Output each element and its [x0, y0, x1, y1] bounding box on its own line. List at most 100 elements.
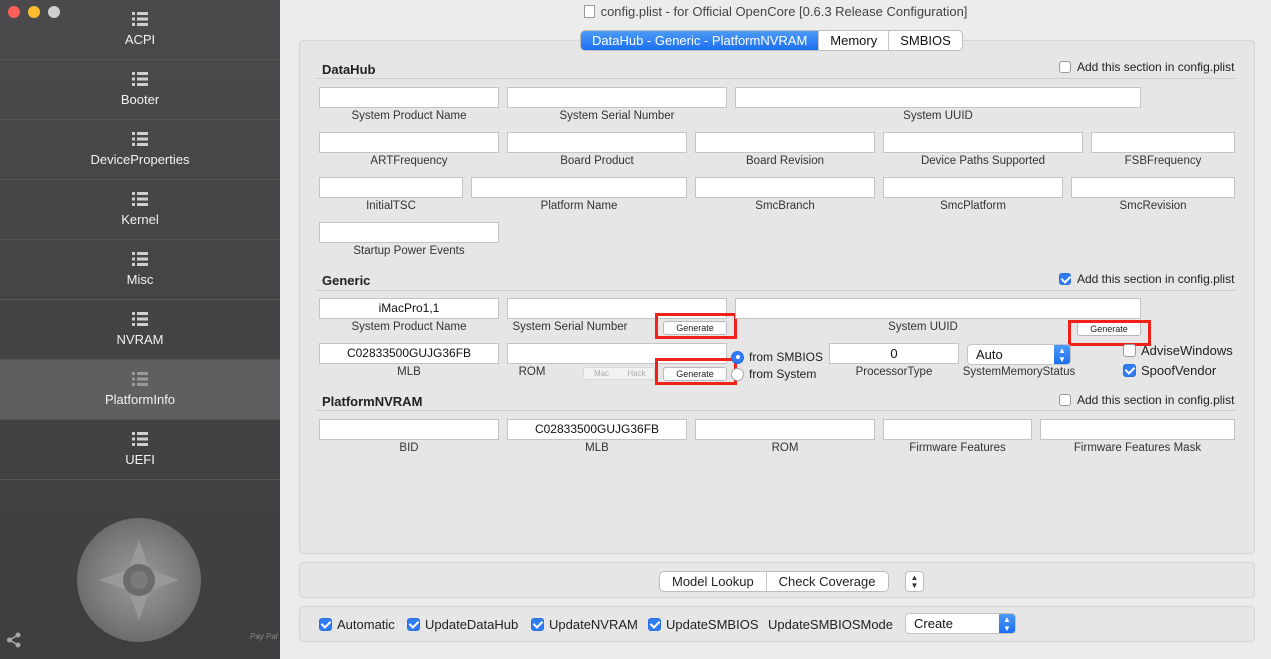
field-label: System UUID — [888, 321, 958, 333]
advise-windows-checkbox[interactable]: AdviseWindows — [1123, 343, 1233, 358]
sidebar-item-platforminfo[interactable]: PlatformInfo — [0, 360, 280, 420]
field-label: System Product Name — [351, 321, 467, 333]
tab-memory[interactable]: Memory — [819, 31, 890, 50]
datahub-startup-power-events-input[interactable] — [319, 222, 499, 243]
checkbox[interactable] — [648, 618, 661, 631]
field-label: Firmware Features Mask — [1073, 442, 1202, 454]
sidebar-item-label: DeviceProperties — [90, 152, 190, 167]
paypal-logo[interactable]: Pay Pal — [250, 632, 278, 641]
sidebar-item-label: UEFI — [125, 452, 155, 467]
sidebar-item-label: Booter — [120, 92, 160, 107]
field-label: Startup Power Events — [353, 245, 465, 257]
platformnvram-add-section-checkbox[interactable]: Add this section in config.plist — [1059, 393, 1234, 407]
checkbox-label: UpdateDataHub — [425, 617, 519, 632]
checkbox[interactable] — [1123, 344, 1136, 357]
datahub-system-product-name-input[interactable] — [319, 87, 499, 108]
field-label: System Serial Number — [559, 110, 675, 122]
segment-mac[interactable]: Mac — [584, 368, 619, 379]
checkbox[interactable] — [1059, 273, 1071, 285]
sidebar-item-nvram[interactable]: NVRAM — [0, 300, 280, 360]
update-smbios-mode-select[interactable]: Create ▲ ▼ — [905, 613, 1016, 634]
system-memory-status-select[interactable]: Auto ▲ ▼ — [967, 344, 1071, 365]
nvram-firmware-features-mask-input[interactable] — [1040, 419, 1235, 440]
highlight-box — [655, 358, 737, 385]
radio-button[interactable] — [731, 367, 744, 381]
field-label: System Product Name — [351, 110, 467, 122]
generic-system-uuid-input[interactable] — [735, 298, 1141, 319]
model-lookup-button[interactable]: Model Lookup — [660, 572, 767, 591]
chevron-up-down-icon[interactable]: ▲ ▼ — [905, 571, 924, 592]
datahub-smcplatform-input[interactable] — [883, 177, 1063, 198]
radio-button[interactable] — [731, 350, 744, 364]
datahub-smcrevision-input[interactable] — [1071, 177, 1235, 198]
list-icon — [132, 72, 148, 86]
checkbox-label: AdviseWindows — [1141, 343, 1233, 358]
field-label: SmcBranch — [755, 200, 815, 212]
radio-label: from System — [749, 367, 817, 381]
from-smbios-radio[interactable]: from SMBIOS — [731, 350, 823, 364]
sidebar-item-label: NVRAM — [116, 332, 164, 347]
check-coverage-button[interactable]: Check Coverage — [767, 572, 888, 591]
datahub-initialtsc-input[interactable] — [319, 177, 463, 198]
field-label: SmcRevision — [1119, 200, 1187, 212]
spoof-vendor-checkbox[interactable]: SpoofVendor — [1123, 363, 1216, 378]
checkbox[interactable] — [1059, 61, 1071, 73]
sidebar-item-deviceproperties[interactable]: DeviceProperties — [0, 120, 280, 180]
datahub-add-section-checkbox[interactable]: Add this section in config.plist — [1059, 60, 1234, 74]
field-label: SystemMemoryStatus — [962, 366, 1076, 378]
field-label: Board Revision — [746, 155, 824, 167]
lookup-button-group: Model Lookup Check Coverage — [659, 571, 889, 592]
datahub-section-title: DataHub — [322, 62, 376, 77]
sidebar: ACPI Booter DeviceProperties Kernel Misc… — [0, 0, 280, 659]
sidebar-item-acpi[interactable]: ACPI — [0, 0, 280, 60]
sidebar-item-booter[interactable]: Booter — [0, 60, 280, 120]
automatic-checkbox[interactable]: Automatic — [319, 617, 395, 632]
generic-system-product-name-input[interactable]: iMacPro1,1 — [319, 298, 499, 319]
update-nvram-checkbox[interactable]: UpdateNVRAM — [531, 617, 638, 632]
highlight-box — [655, 313, 737, 339]
datahub-fsbfrequency-input[interactable] — [1091, 132, 1235, 153]
nvram-firmware-features-input[interactable] — [883, 419, 1032, 440]
checkbox-label: Add this section in config.plist — [1077, 393, 1235, 407]
tab-smbios[interactable]: SMBIOS — [889, 31, 962, 50]
field-label: ProcessorType — [855, 366, 933, 378]
field-label: System UUID — [903, 110, 973, 122]
update-smbios-checkbox[interactable]: UpdateSMBIOS — [648, 617, 759, 632]
sidebar-item-misc[interactable]: Misc — [0, 240, 280, 300]
datahub-system-serial-number-input[interactable] — [507, 87, 727, 108]
datahub-artfrequency-input[interactable] — [319, 132, 499, 153]
document-icon — [583, 5, 595, 18]
datahub-device-paths-supported-input[interactable] — [883, 132, 1083, 153]
nvram-rom-input[interactable] — [695, 419, 875, 440]
list-icon — [132, 372, 148, 386]
datahub-board-product-input[interactable] — [507, 132, 687, 153]
generic-mlb-input[interactable]: C02833500GUJG36FB — [319, 343, 499, 364]
checkbox[interactable] — [1123, 364, 1136, 377]
field-label: InitialTSC — [366, 200, 416, 212]
datahub-system-uuid-input[interactable] — [735, 87, 1141, 108]
checkbox[interactable] — [1059, 394, 1071, 406]
tab-datahub-generic-platformnvram[interactable]: DataHub - Generic - PlatformNVRAM — [581, 31, 820, 50]
list-icon — [132, 312, 148, 326]
datahub-platform-name-input[interactable] — [471, 177, 687, 198]
segment-hack[interactable]: Hack — [619, 368, 654, 379]
update-datahub-checkbox[interactable]: UpdateDataHub — [407, 617, 518, 632]
rom-source-segmented-control[interactable]: Mac Hack — [583, 367, 655, 380]
datahub-board-revision-input[interactable] — [695, 132, 875, 153]
list-icon — [132, 132, 148, 146]
checkbox[interactable] — [531, 618, 544, 631]
processor-type-input[interactable]: 0 — [829, 343, 959, 364]
nvram-mlb-input[interactable]: C02833500GUJG36FB — [507, 419, 687, 440]
select-value: Auto — [976, 347, 1003, 362]
sidebar-item-uefi[interactable]: UEFI — [0, 420, 280, 480]
share-icon[interactable] — [6, 632, 22, 651]
generic-add-section-checkbox[interactable]: Add this section in config.plist — [1059, 272, 1234, 286]
sidebar-item-kernel[interactable]: Kernel — [0, 180, 280, 240]
divider — [316, 78, 1236, 79]
nvram-bid-input[interactable] — [319, 419, 499, 440]
checkbox[interactable] — [319, 618, 332, 631]
field-label: SmcPlatform — [940, 200, 1006, 212]
from-system-radio[interactable]: from System — [731, 367, 816, 381]
checkbox[interactable] — [407, 618, 420, 631]
datahub-smcbranch-input[interactable] — [695, 177, 875, 198]
